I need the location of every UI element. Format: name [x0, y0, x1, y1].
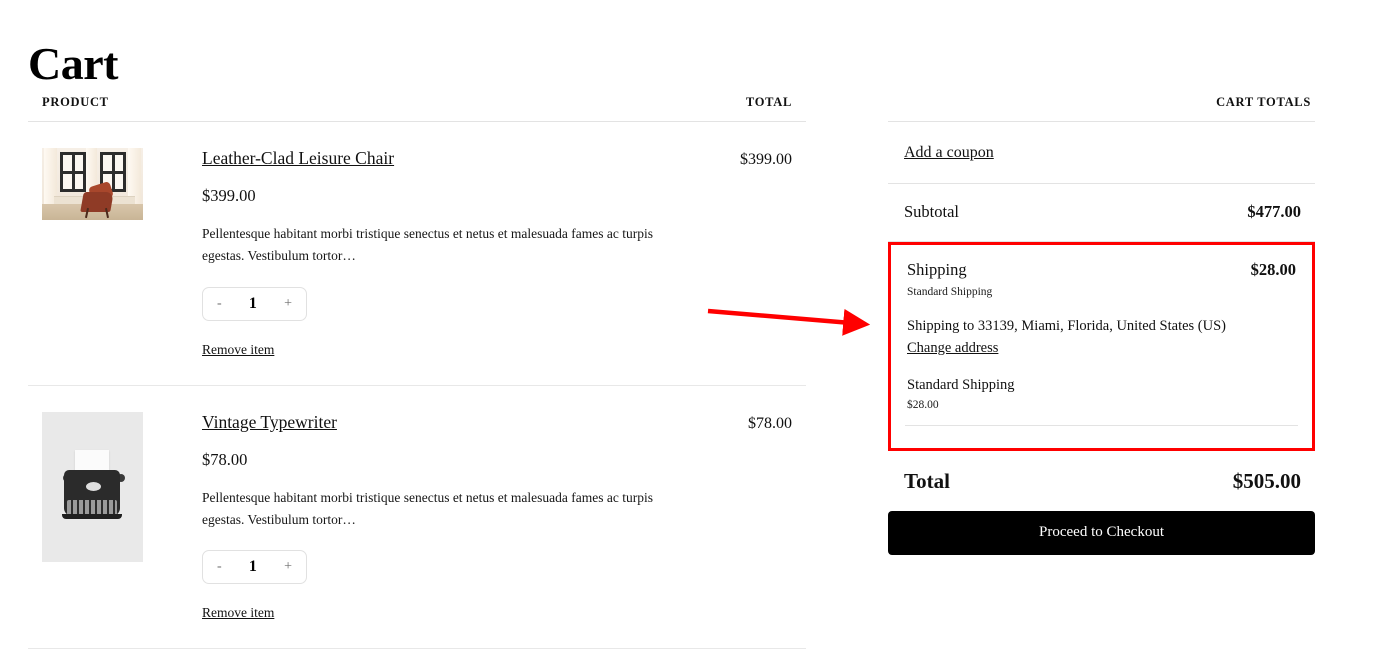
- quantity-value[interactable]: 1: [249, 295, 257, 313]
- table-header-row: PRODUCT TOTAL: [28, 95, 806, 122]
- shipping-summary-row: Shipping $28.00: [907, 260, 1296, 280]
- remove-item-link[interactable]: Remove item: [202, 605, 274, 621]
- shipping-method-caption: Standard Shipping: [907, 286, 993, 298]
- table-row: Leather-Clad Leisure Chair $399.00 Pelle…: [28, 122, 806, 386]
- window-icon: [60, 152, 86, 192]
- product-description: Pellentesque habitant morbi tristique se…: [202, 489, 653, 527]
- subtotal-value: $477.00: [1247, 202, 1301, 221]
- cart-page: Cart PRODUCT TOTAL Leather-Clad Leisure …: [0, 0, 1377, 653]
- product-description: Pellentesque habitant morbi tristique se…: [202, 226, 653, 263]
- total-label: Total: [904, 469, 950, 493]
- cart-items-table: PRODUCT TOTAL Leather-Clad Leisure Chair…: [28, 95, 806, 650]
- product-image-leather-clad-leisure-chair[interactable]: [42, 148, 143, 220]
- product-unit-price: $78.00: [202, 449, 248, 469]
- quantity-value[interactable]: 1: [249, 558, 257, 576]
- product-info-cell: Leather-Clad Leisure Chair $399.00 Pelle…: [158, 146, 662, 359]
- product-name-link[interactable]: Vintage Typewriter: [202, 412, 337, 433]
- total-row: Total $505.00: [888, 451, 1315, 511]
- remove-item-link[interactable]: Remove item: [202, 342, 274, 358]
- typewriter-base: [62, 513, 122, 519]
- typewriter-dial: [86, 481, 101, 491]
- shipping-option-price: $28.00: [907, 399, 939, 411]
- add-coupon-link[interactable]: Add a coupon: [904, 144, 994, 161]
- chair-seat: [80, 192, 114, 212]
- proceed-to-checkout-button[interactable]: Proceed to Checkout: [888, 511, 1315, 555]
- column-header-total: TOTAL: [745, 95, 792, 109]
- shipping-option-name[interactable]: Standard Shipping: [907, 377, 1296, 394]
- quantity-stepper[interactable]: - 1 +: [202, 550, 307, 585]
- divider: [905, 425, 1298, 426]
- cart-totals-panel: CART TOTALS Add a coupon Subtotal $477.0…: [888, 95, 1315, 555]
- cart-totals-heading: CART TOTALS: [888, 95, 1315, 122]
- coupon-row: Add a coupon: [888, 122, 1315, 184]
- product-unit-price: $399.00: [202, 186, 256, 205]
- shipping-label: Shipping: [907, 260, 967, 279]
- product-thumbnail-cell: [42, 410, 158, 562]
- page-title: Cart: [28, 37, 118, 89]
- table-row: Vintage Typewriter $78.00 Pellentesque h…: [28, 386, 806, 650]
- quantity-increment-button[interactable]: +: [284, 296, 292, 311]
- quantity-decrement-button[interactable]: -: [217, 296, 222, 311]
- total-value: $505.00: [1232, 469, 1301, 493]
- shipping-section-highlighted: Shipping $28.00 Standard Shipping Shippi…: [888, 242, 1315, 451]
- product-line-total: $399.00: [740, 151, 792, 168]
- quantity-stepper[interactable]: - 1 +: [202, 286, 307, 321]
- change-address-link[interactable]: Change address: [907, 340, 998, 357]
- product-info-cell: Vintage Typewriter $78.00 Pellentesque h…: [158, 410, 662, 623]
- product-image-vintage-typewriter[interactable]: [42, 411, 143, 562]
- subtotal-label: Subtotal: [904, 202, 960, 221]
- product-line-total: $78.00: [748, 414, 792, 432]
- shipping-value: $28.00: [1250, 260, 1296, 279]
- quantity-decrement-button[interactable]: -: [217, 560, 222, 574]
- product-thumbnail-cell: [42, 146, 158, 220]
- shipping-destination-text: Shipping to 33139, Miami, Florida, Unite…: [907, 318, 1226, 334]
- subtotal-row: Subtotal $477.00: [888, 184, 1315, 242]
- product-name-link[interactable]: Leather-Clad Leisure Chair: [202, 148, 394, 169]
- column-header-product: PRODUCT: [42, 95, 109, 109]
- quantity-increment-button[interactable]: +: [284, 560, 292, 574]
